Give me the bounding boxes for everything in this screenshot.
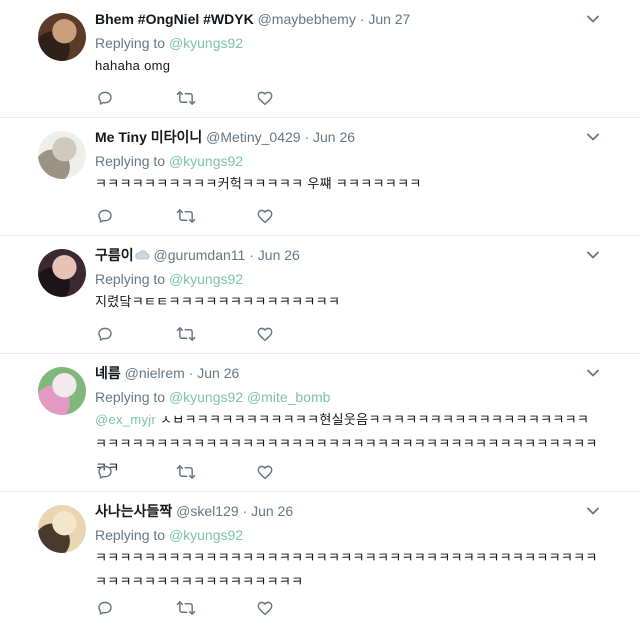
heart-icon[interactable]: [256, 89, 336, 107]
reply-mentions[interactable]: @kyungs92 @mite_bomb: [169, 389, 331, 405]
tweet-actions: [96, 599, 336, 617]
separator: ·: [242, 503, 248, 519]
tweet[interactable]: Bhem #OngNiel #WDYK @maybebhemy · Jun 27…: [0, 0, 640, 118]
heart-icon[interactable]: [256, 599, 336, 617]
avatar[interactable]: [38, 505, 86, 553]
display-name[interactable]: 사나는사들짝: [95, 503, 172, 519]
tweet-header: 사나는사들짝 @skel129 · Jun 26: [95, 501, 600, 521]
tweet-header: Me Tiny 미타이니 @Metiny_0429 · Jun 26: [95, 127, 600, 147]
cloud-icon: [134, 248, 150, 262]
retweet-icon[interactable]: [176, 89, 256, 107]
tweet-text-content: 지렸닼ㅋㅌㅌㅋㅋㅋㅋㅋㅋㅋㅋㅋㅋㅋㅋㅋㅋ: [95, 294, 341, 309]
timestamp[interactable]: Jun 27: [368, 11, 410, 27]
reply-mentions[interactable]: @kyungs92: [169, 153, 243, 169]
user-handle[interactable]: @Metiny_0429: [206, 129, 300, 145]
avatar[interactable]: [38, 249, 86, 297]
tweet-text: hahaha omg: [95, 54, 600, 78]
reply-icon[interactable]: [96, 89, 176, 107]
display-name[interactable]: Me Tiny 미타이니: [95, 129, 202, 145]
reply-icon[interactable]: [96, 207, 176, 225]
tweet-text-content: ㅋㅋㅋㅋㅋㅋㅋㅋㅋㅋ커헉ㅋㅋㅋㅋㅋ 우쨰 ㅋㅋㅋㅋㅋㅋㅋ: [95, 176, 422, 191]
display-name[interactable]: Bhem #OngNiel #WDYK: [95, 11, 254, 27]
tweet-actions: [96, 325, 336, 343]
replying-to-label: Replying to: [95, 389, 166, 405]
tweet[interactable]: 구름이 @gurumdan11 · Jun 26 Replying to @ky…: [0, 236, 640, 354]
reply-mentions[interactable]: @kyungs92: [169, 527, 243, 543]
replying-to-label: Replying to: [95, 35, 166, 51]
tweet[interactable]: 녜름 @nielrem · Jun 26 Replying to @kyungs…: [0, 354, 640, 492]
replying-to: Replying to @kyungs92: [95, 269, 600, 289]
avatar[interactable]: [38, 13, 86, 61]
user-handle[interactable]: @skel129: [176, 503, 238, 519]
avatar[interactable]: [38, 131, 86, 179]
separator: ·: [304, 129, 310, 145]
retweet-icon[interactable]: [176, 207, 256, 225]
replying-to-label: Replying to: [95, 527, 166, 543]
retweet-icon[interactable]: [176, 325, 256, 343]
user-handle[interactable]: @nielrem: [125, 365, 185, 381]
replying-to: Replying to @kyungs92: [95, 525, 600, 545]
tweet-text-content: ㅋㅋㅋㅋㅋㅋㅋㅋㅋㅋㅋㅋㅋㅋㅋㅋㅋㅋㅋㅋㅋㅋㅋㅋㅋㅋㅋㅋㅋㅋㅋㅋㅋㅋㅋㅋㅋㅋㅋㅋ…: [95, 550, 598, 589]
tweet-header: Bhem #OngNiel #WDYK @maybebhemy · Jun 27: [95, 9, 600, 29]
replying-to: Replying to @kyungs92: [95, 151, 600, 171]
heart-icon[interactable]: [256, 325, 336, 343]
avatar[interactable]: [38, 367, 86, 415]
tweet-header: 녜름 @nielrem · Jun 26: [95, 363, 600, 383]
retweet-icon[interactable]: [176, 599, 256, 617]
separator: ·: [359, 11, 365, 27]
tweet-text: ㅋㅋㅋㅋㅋㅋㅋㅋㅋㅋ커헉ㅋㅋㅋㅋㅋ 우쨰 ㅋㅋㅋㅋㅋㅋㅋ: [95, 172, 600, 196]
replying-to: Replying to @kyungs92: [95, 33, 600, 53]
reply-icon[interactable]: [96, 599, 176, 617]
heart-icon[interactable]: [256, 463, 336, 481]
reply-mentions[interactable]: @kyungs92: [169, 35, 243, 51]
tweet-header: 구름이 @gurumdan11 · Jun 26: [95, 245, 600, 265]
timestamp[interactable]: Jun 26: [258, 247, 300, 263]
display-name[interactable]: 녜름: [95, 365, 121, 381]
tweet-text: 지렸닼ㅋㅌㅌㅋㅋㅋㅋㅋㅋㅋㅋㅋㅋㅋㅋㅋㅋ: [95, 290, 600, 314]
tweet-text-content: hahaha omg: [95, 58, 171, 73]
tweet-text: ㅋㅋㅋㅋㅋㅋㅋㅋㅋㅋㅋㅋㅋㅋㅋㅋㅋㅋㅋㅋㅋㅋㅋㅋㅋㅋㅋㅋㅋㅋㅋㅋㅋㅋㅋㅋㅋㅋㅋㅋ…: [95, 546, 600, 594]
display-name[interactable]: 구름이: [95, 247, 134, 263]
tweet-feed: Bhem #OngNiel #WDYK @maybebhemy · Jun 27…: [0, 0, 640, 627]
separator: ·: [188, 365, 194, 381]
text-mention[interactable]: @ex_myjr: [95, 412, 156, 427]
timestamp[interactable]: Jun 26: [313, 129, 355, 145]
replying-to-label: Replying to: [95, 153, 166, 169]
user-handle[interactable]: @maybebhemy: [258, 11, 356, 27]
timestamp[interactable]: Jun 26: [251, 503, 293, 519]
tweet-actions: [96, 89, 336, 107]
reply-icon[interactable]: [96, 463, 176, 481]
timestamp[interactable]: Jun 26: [197, 365, 239, 381]
tweet[interactable]: Me Tiny 미타이니 @Metiny_0429 · Jun 26 Reply…: [0, 118, 640, 236]
tweet[interactable]: 사나는사들짝 @skel129 · Jun 26 Replying to @ky…: [0, 492, 640, 627]
tweet-actions: [96, 207, 336, 225]
reply-mentions[interactable]: @kyungs92: [169, 271, 243, 287]
heart-icon[interactable]: [256, 207, 336, 225]
retweet-icon[interactable]: [176, 463, 256, 481]
replying-to: Replying to @kyungs92 @mite_bomb: [95, 387, 600, 407]
reply-icon[interactable]: [96, 325, 176, 343]
tweet-actions: [96, 463, 336, 481]
separator: ·: [249, 247, 254, 263]
user-handle[interactable]: @gurumdan11: [154, 247, 246, 263]
replying-to-label: Replying to: [95, 271, 166, 287]
